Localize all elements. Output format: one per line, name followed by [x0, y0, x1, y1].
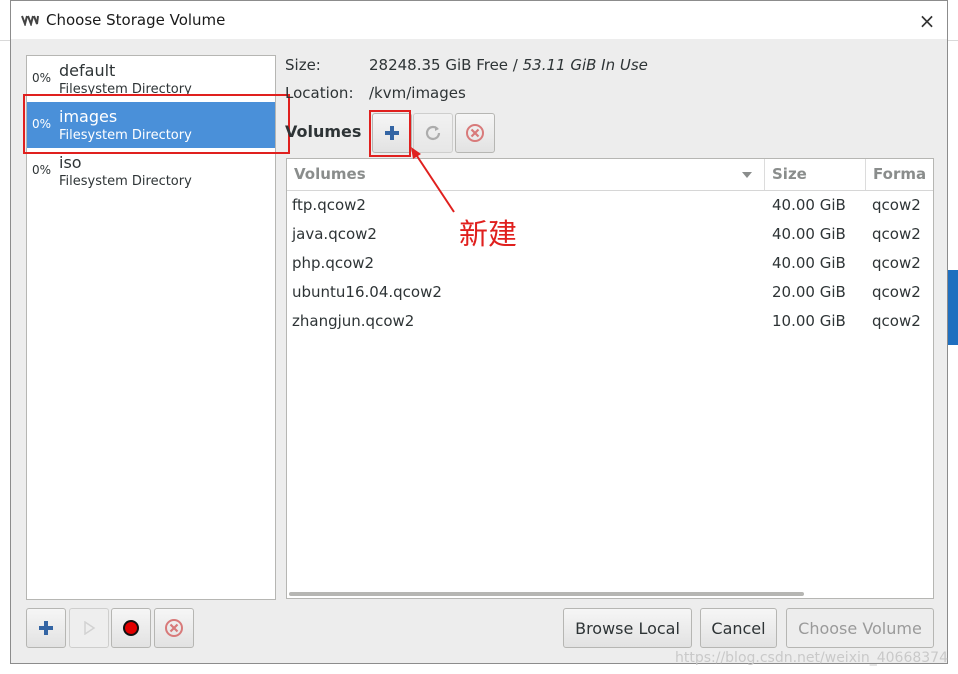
location-label: Location: [285, 84, 354, 102]
pool-type: Filesystem Directory [59, 174, 192, 189]
delete-pool-button[interactable] [154, 608, 194, 648]
background-app-accent [948, 270, 958, 345]
volume-format: qcow2 [872, 283, 921, 301]
storage-pool-list[interactable]: 0% default Filesystem Directory 0% image… [26, 55, 276, 600]
pool-usage: 0% [32, 71, 52, 85]
refresh-volumes-button[interactable] [413, 113, 453, 153]
volume-size: 40.00 GiB [772, 225, 846, 243]
window-title: Choose Storage Volume [46, 11, 226, 29]
stop-pool-button[interactable] [111, 608, 151, 648]
pool-name: default [59, 61, 116, 80]
background-divider [948, 40, 958, 41]
volume-size: 20.00 GiB [772, 283, 846, 301]
table-row[interactable]: ubuntu16.04.qcow2 20.00 GiB qcow2 [287, 278, 933, 307]
play-icon [84, 621, 96, 635]
volume-size: 40.00 GiB [772, 196, 846, 214]
volumes-table[interactable]: Volumes Size Forma ftp.qcow2 40.00 GiB q… [286, 158, 934, 599]
pool-type: Filesystem Directory [59, 82, 192, 97]
table-row[interactable]: php.qcow2 40.00 GiB qcow2 [287, 249, 933, 278]
choose-volume-button[interactable]: Choose Volume [786, 608, 934, 648]
volumes-section-title: Volumes [285, 122, 362, 141]
horizontal-scrollbar[interactable] [289, 592, 804, 596]
plus-icon [39, 621, 53, 635]
watermark: https://blog.csdn.net/weixin_40668374 [674, 650, 948, 666]
volume-format: qcow2 [872, 196, 921, 214]
volume-size: 40.00 GiB [772, 254, 846, 272]
volume-name: java.qcow2 [292, 225, 377, 243]
pool-usage: 0% [32, 117, 52, 131]
volume-format: qcow2 [872, 312, 921, 330]
pool-name: iso [59, 153, 82, 172]
table-row[interactable]: zhangjun.qcow2 10.00 GiB qcow2 [287, 307, 933, 336]
volume-name: ftp.qcow2 [292, 196, 366, 214]
volume-name: php.qcow2 [292, 254, 375, 272]
volume-format: qcow2 [872, 225, 921, 243]
titlebar: Choose Storage Volume × [11, 1, 947, 39]
column-header-label: Forma [873, 165, 927, 183]
volume-name: ubuntu16.04.qcow2 [292, 283, 442, 301]
delete-icon [466, 124, 484, 142]
pool-item-iso[interactable]: 0% iso Filesystem Directory [27, 148, 275, 194]
cancel-button[interactable]: Cancel [700, 608, 777, 648]
close-icon[interactable]: × [915, 9, 939, 33]
column-header-format[interactable]: Forma [866, 159, 933, 190]
size-in-use: 53.11 GiB In Use [522, 56, 648, 74]
size-separator: / [508, 56, 523, 74]
choose-storage-volume-dialog: Choose Storage Volume × 0% default Files… [10, 0, 948, 664]
browse-local-button[interactable]: Browse Local [563, 608, 692, 648]
location-value: /kvm/images [369, 84, 466, 102]
delete-volume-button[interactable] [455, 113, 495, 153]
pool-name: images [59, 107, 118, 126]
add-pool-button[interactable] [26, 608, 66, 648]
column-header-size[interactable]: Size [765, 159, 866, 190]
column-header-volumes[interactable]: Volumes [287, 159, 765, 190]
table-row[interactable]: java.qcow2 40.00 GiB qcow2 [287, 220, 933, 249]
annotation-label: 新建 [459, 217, 518, 251]
volume-name: zhangjun.qcow2 [292, 312, 415, 330]
virt-manager-icon [21, 14, 39, 26]
table-row[interactable]: ftp.qcow2 40.00 GiB qcow2 [287, 191, 933, 220]
refresh-icon [425, 125, 441, 141]
background-divider [0, 40, 10, 41]
plus-icon [385, 126, 399, 140]
pool-item-default[interactable]: 0% default Filesystem Directory [27, 56, 275, 102]
column-header-label: Volumes [294, 165, 366, 183]
table-header: Volumes Size Forma [287, 159, 933, 191]
size-free: 28248.35 GiB Free [369, 56, 509, 74]
volume-format: qcow2 [872, 254, 921, 272]
delete-icon [165, 619, 183, 637]
column-header-label: Size [772, 165, 807, 183]
stop-record-icon [123, 620, 139, 636]
add-volume-button[interactable] [372, 113, 412, 153]
pool-item-images[interactable]: 0% images Filesystem Directory [27, 102, 275, 148]
pool-type: Filesystem Directory [59, 128, 192, 143]
size-label: Size: [285, 56, 321, 74]
size-value: 28248.35 GiB Free / 53.11 GiB In Use [369, 56, 648, 74]
pool-usage: 0% [32, 163, 52, 177]
volume-size: 10.00 GiB [772, 312, 846, 330]
start-pool-button[interactable] [69, 608, 109, 648]
sort-down-icon [742, 172, 752, 178]
